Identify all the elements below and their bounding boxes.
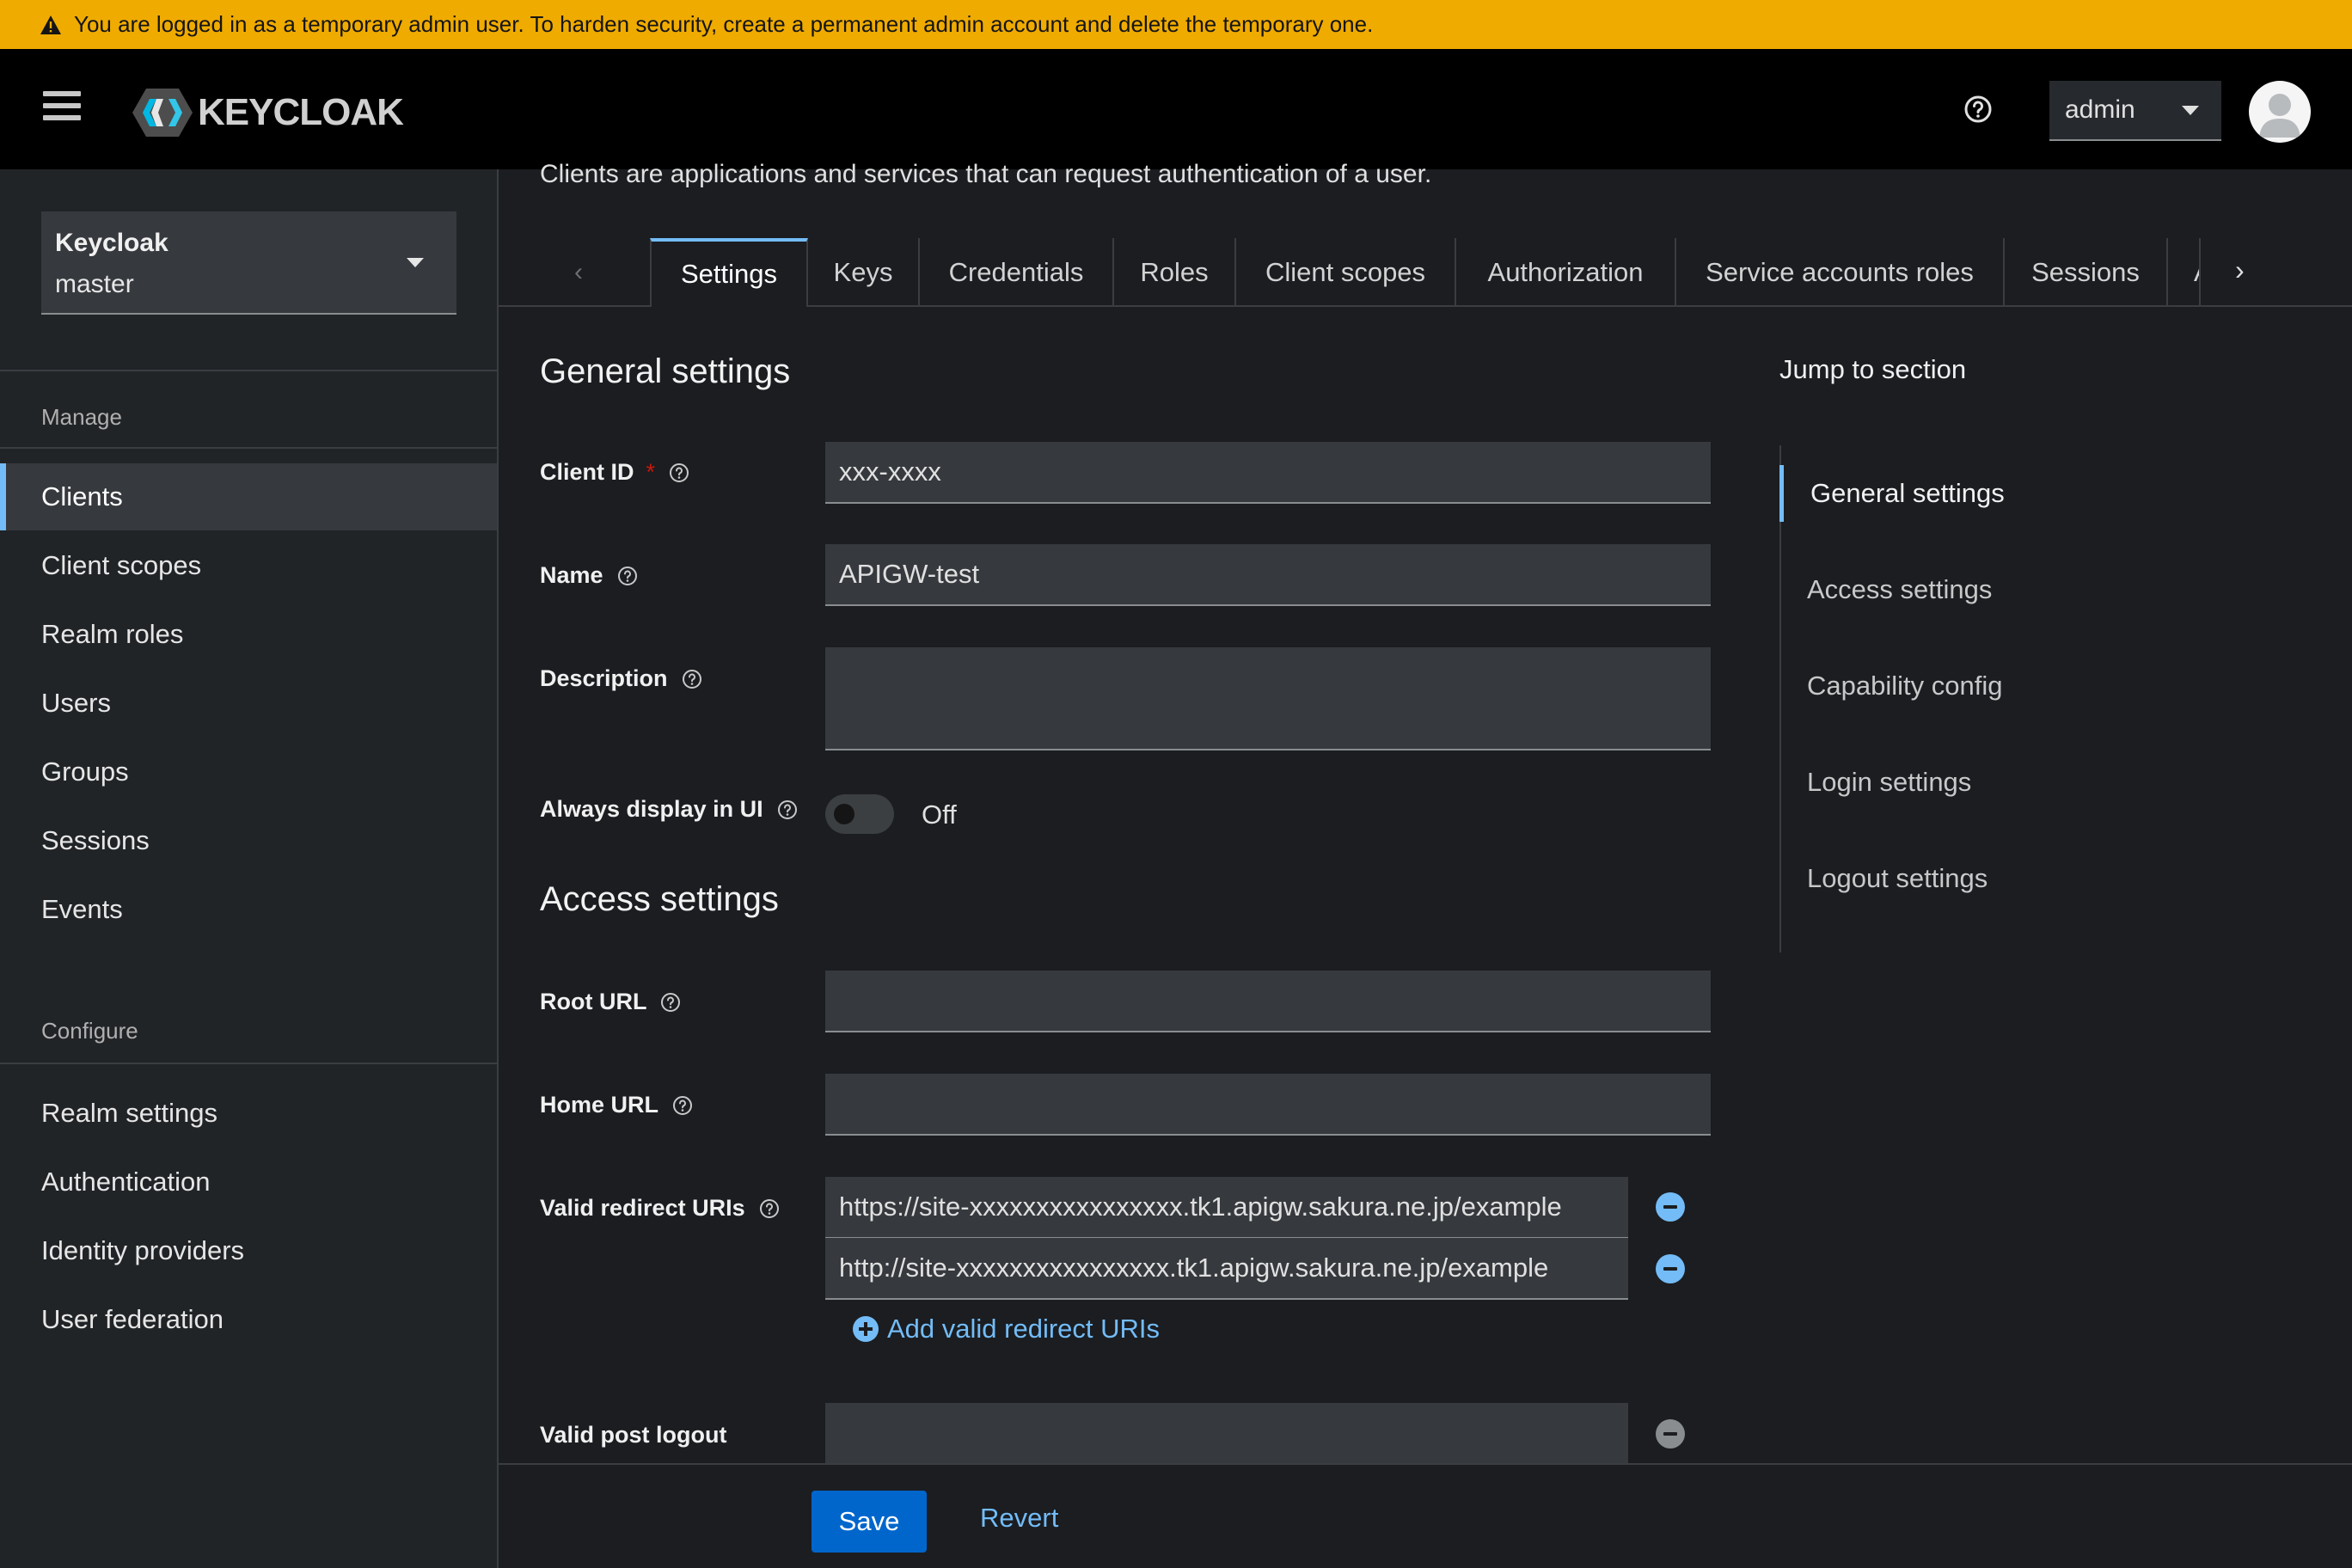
realm-display-name: Keycloak: [55, 229, 168, 257]
redirect-uris-label: Valid redirect URIs: [540, 1195, 780, 1222]
jump-to-section-title: Jump to section: [1779, 354, 1967, 384]
nav-group-manage: Manage: [41, 404, 122, 430]
tab-service-accounts-roles[interactable]: Service accounts roles: [1676, 238, 2005, 307]
sidebar-item-user-federation[interactable]: User federation: [0, 1286, 497, 1353]
temporary-admin-banner: You are logged in as a temporary admin u…: [0, 0, 2352, 49]
jump-link-general-settings[interactable]: General settings: [1779, 465, 2123, 522]
divider: [0, 370, 497, 371]
add-redirect-uri-link[interactable]: Add valid redirect URIs: [853, 1314, 1160, 1344]
jump-link-logout-settings[interactable]: Logout settings: [1781, 850, 2125, 907]
post-logout-label-text: Valid post logout: [540, 1422, 727, 1448]
name-label: Name: [540, 562, 638, 589]
user-dropdown[interactable]: admin: [2049, 81, 2221, 141]
revert-button[interactable]: Revert: [980, 1503, 1058, 1534]
plus-circle-icon: [853, 1316, 879, 1342]
root-url-label-text: Root URL: [540, 989, 647, 1014]
sidebar-item-clients[interactable]: Clients: [0, 463, 497, 530]
tab-sessions[interactable]: Sessions: [2005, 238, 2168, 307]
keycloak-logo[interactable]: KEYCLOAK: [131, 84, 404, 141]
sidebar-item-events[interactable]: Events: [0, 876, 497, 943]
hamburger-menu-icon[interactable]: [43, 91, 81, 124]
user-avatar-icon: [2259, 94, 2300, 138]
remove-redirect-uri-icon[interactable]: [1656, 1192, 1685, 1222]
description-label: Description: [540, 665, 702, 692]
save-button[interactable]: Save: [812, 1491, 927, 1553]
tab-scroll-left-icon[interactable]: ‹: [574, 258, 583, 287]
section-title-general-settings: General settings: [540, 352, 791, 390]
client-id-label-text: Client ID: [540, 459, 634, 485]
required-marker: *: [646, 459, 656, 485]
always-display-label-text: Always display in UI: [540, 796, 763, 822]
description-textarea[interactable]: [825, 647, 1711, 750]
home-url-label: Home URL: [540, 1092, 693, 1118]
redirect-uri-input[interactable]: https://site-xxxxxxxxxxxxxxxx.tk1.apigw.…: [825, 1177, 1628, 1239]
help-icon[interactable]: [759, 1198, 780, 1219]
banner-text: You are logged in as a temporary admin u…: [74, 11, 1374, 37]
page-description: Clients are applications and services th…: [540, 160, 1432, 188]
caret-down-icon: [407, 258, 424, 267]
divider: [0, 447, 497, 449]
logo-text: KEYCLOAK: [198, 91, 404, 133]
user-dropdown-label: admin: [2065, 95, 2135, 124]
home-url-label-text: Home URL: [540, 1092, 659, 1118]
redirect-uris-label-text: Valid redirect URIs: [540, 1195, 745, 1221]
help-icon[interactable]: [617, 566, 638, 586]
tab-overflow-partial[interactable]: A: [2168, 238, 2201, 307]
help-icon[interactable]: [777, 799, 798, 820]
home-url-input[interactable]: [825, 1074, 1711, 1136]
sidebar-item-client-scopes[interactable]: Client scopes: [0, 532, 497, 599]
jump-link-access-settings[interactable]: Access settings: [1781, 561, 2125, 618]
sidebar-item-users[interactable]: Users: [0, 670, 497, 737]
sidebar-item-sessions[interactable]: Sessions: [0, 807, 497, 874]
post-logout-redirect-input[interactable]: [825, 1403, 1628, 1465]
caret-down-icon: [2182, 105, 2199, 115]
name-input[interactable]: APIGW-test: [825, 544, 1711, 606]
sidebar-item-identity-providers[interactable]: Identity providers: [0, 1217, 497, 1284]
tab-client-scopes[interactable]: Client scopes: [1236, 238, 1456, 307]
realm-selector[interactable]: Keycloak master: [41, 211, 456, 315]
help-icon[interactable]: [1963, 95, 1993, 124]
sidebar-item-realm-settings[interactable]: Realm settings: [0, 1080, 497, 1147]
always-display-toggle[interactable]: [825, 794, 894, 834]
nav-group-configure: Configure: [41, 1018, 138, 1044]
section-title-access-settings: Access settings: [540, 880, 779, 918]
keycloak-logo-icon: [132, 89, 193, 137]
sidebar-item-realm-roles[interactable]: Realm roles: [0, 601, 497, 668]
jump-link-capability-config[interactable]: Capability config: [1781, 658, 2125, 714]
sidebar-item-authentication[interactable]: Authentication: [0, 1148, 497, 1216]
tab-scroll-right-icon[interactable]: ›: [2235, 254, 2245, 286]
form-footer: [499, 1463, 2352, 1568]
always-display-state: Off: [922, 799, 957, 830]
redirect-uri-input[interactable]: http://site-xxxxxxxxxxxxxxxx.tk1.apigw.s…: [825, 1238, 1628, 1300]
sidebar-item-groups[interactable]: Groups: [0, 738, 497, 805]
help-icon[interactable]: [660, 992, 681, 1013]
tab-credentials[interactable]: Credentials: [920, 238, 1114, 307]
divider: [0, 1063, 497, 1064]
always-display-label: Always display in UI: [540, 796, 798, 823]
add-redirect-uri-label: Add valid redirect URIs: [887, 1314, 1161, 1344]
tab-keys[interactable]: Keys: [808, 238, 920, 307]
help-icon[interactable]: [669, 462, 689, 483]
warning-icon: [40, 15, 61, 34]
toggle-knob: [834, 804, 854, 824]
client-id-input[interactable]: xxx-xxxx: [825, 442, 1711, 504]
help-icon[interactable]: [682, 669, 702, 689]
remove-redirect-uri-icon[interactable]: [1656, 1254, 1685, 1283]
post-logout-label: Valid post logout: [540, 1422, 727, 1449]
description-label-text: Description: [540, 665, 668, 691]
name-label-text: Name: [540, 562, 603, 588]
jump-link-login-settings[interactable]: Login settings: [1781, 754, 2125, 811]
tab-authorization[interactable]: Authorization: [1456, 238, 1676, 307]
remove-post-logout-uri-icon: [1656, 1419, 1685, 1449]
tab-settings[interactable]: Settings: [650, 238, 808, 307]
tab-roles[interactable]: Roles: [1114, 238, 1236, 307]
avatar[interactable]: [2249, 81, 2311, 143]
root-url-input[interactable]: [825, 971, 1711, 1032]
help-icon[interactable]: [672, 1095, 693, 1116]
root-url-label: Root URL: [540, 989, 681, 1015]
client-id-label: Client ID *: [540, 459, 689, 486]
realm-id: master: [55, 270, 134, 298]
